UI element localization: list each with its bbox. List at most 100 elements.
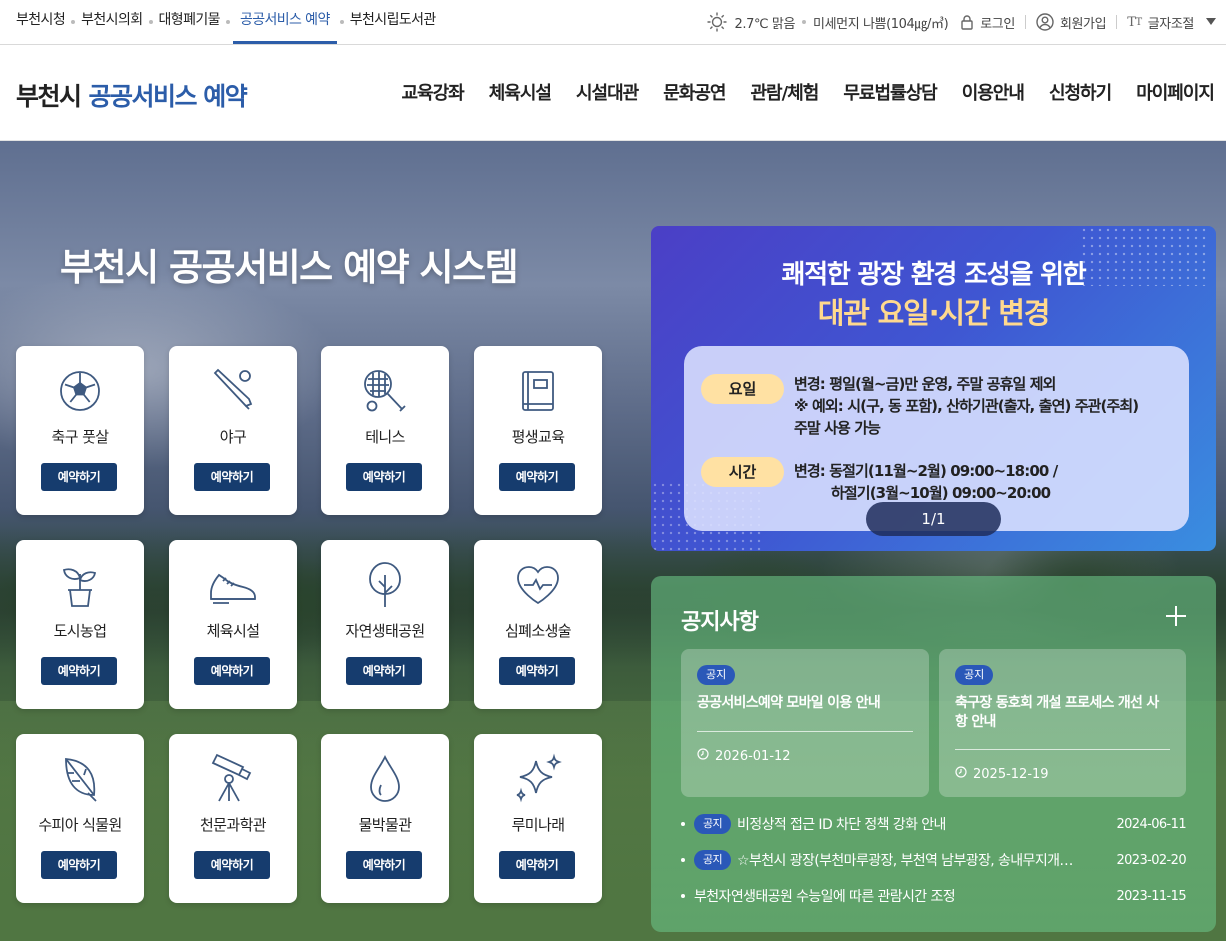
reserve-button[interactable]: 예약하기 <box>41 657 117 685</box>
logo-service: 공공서비스 예약 <box>88 82 248 111</box>
caret-down-icon <box>1206 18 1216 26</box>
font-size-control[interactable]: TT 글자조절 <box>1127 13 1216 32</box>
service-name: 수피아 식물원 <box>38 816 122 834</box>
bullet <box>681 894 685 898</box>
notice-item-date: 2024-06-11 <box>1116 816 1186 832</box>
heart-pulse-icon <box>474 560 602 610</box>
site-link-bucheon-city[interactable]: 부천시청 <box>16 0 66 44</box>
bullet <box>681 822 685 826</box>
related-sites: 부천시청 부천시의회 대형폐기물 공공서비스 예약 부천시립도서관 <box>16 0 436 44</box>
reserve-button[interactable]: 예약하기 <box>499 851 575 879</box>
service-card-sports-facility[interactable]: 체육시설 예약하기 <box>169 540 297 709</box>
service-card-astronomy[interactable]: 천문과학관 예약하기 <box>169 734 297 903</box>
site-logo[interactable]: 부천시 공공서비스 예약 <box>16 77 248 113</box>
site-link-public-reservation[interactable]: 공공서비스 예약 <box>232 0 337 44</box>
tennis-racket-icon <box>321 366 449 416</box>
plant-pot-icon <box>16 560 144 610</box>
sneaker-icon <box>169 560 297 610</box>
day-tag: 요일 <box>701 374 784 404</box>
service-card-supia-garden[interactable]: 수피아 식물원 예약하기 <box>16 734 144 903</box>
service-card-luminarae[interactable]: 루미나래 예약하기 <box>474 734 602 903</box>
day-change-text: 변경: 평일(월~금)만 운영, 주말 공휴일 제외 <box>794 375 1056 393</box>
nav-mypage[interactable]: 마이페이지 <box>1136 79 1215 105</box>
site-link-library[interactable]: 부천시립도서관 <box>350 0 437 44</box>
reserve-button[interactable]: 예약하기 <box>194 851 270 879</box>
notice-list-item[interactable]: 공지 비정상적 접근 ID 차단 정책 강화 안내 2024-06-11 <box>681 812 1187 836</box>
book-icon <box>474 366 602 416</box>
notice-card[interactable]: 공지 축구장 동호회 개설 프로세스 개선 사항 안내 2025-12-19 <box>939 649 1186 797</box>
nav-culture-performance[interactable]: 문화공연 <box>663 79 726 105</box>
service-card-baseball[interactable]: 야구 예약하기 <box>169 346 297 515</box>
main-header: 부천시 공공서비스 예약 교육강좌 체육시설 시설대관 문화공연 관람/체험 무료… <box>0 45 1226 141</box>
service-card-tennis[interactable]: 테니스 예약하기 <box>321 346 449 515</box>
user-icon <box>1036 13 1054 31</box>
divider <box>1116 15 1118 29</box>
service-name: 축구 풋살 <box>51 428 110 446</box>
notice-card[interactable]: 공지 공공서비스예약 모바일 이용 안내 2026-01-12 <box>681 649 929 797</box>
signup-label: 회원가입 <box>1059 16 1107 32</box>
service-name: 체육시설 <box>206 622 260 640</box>
bullet <box>681 858 685 862</box>
service-name: 평생교육 <box>511 428 565 446</box>
banner-title: 쾌적한 광장 환경 조성을 위한 <box>781 260 1086 290</box>
reserve-button[interactable]: 예약하기 <box>41 851 117 879</box>
nav-apply[interactable]: 신청하기 <box>1049 79 1112 105</box>
nav-usage-guide[interactable]: 이용안내 <box>962 79 1025 105</box>
date-text: 2025-12-19 <box>973 766 1049 782</box>
login-link[interactable]: 로그인 <box>960 13 1015 32</box>
service-card-urban-farming[interactable]: 도시농업 예약하기 <box>16 540 144 709</box>
service-name: 루미나래 <box>511 816 565 834</box>
site-link-bulky-waste[interactable]: 대형폐기물 <box>159 0 221 44</box>
notice-badge: 공지 <box>955 665 994 685</box>
text-size-icon: TT <box>1127 14 1142 30</box>
sun-icon <box>706 11 728 33</box>
site-link-city-council[interactable]: 부천시의회 <box>81 0 143 44</box>
signup-link[interactable]: 회원가입 <box>1036 13 1107 32</box>
notice-list-item[interactable]: 공지 ☆부천시 광장(부천마루광장, 부천역 남부광장, 송내무지개… 2023… <box>681 848 1187 872</box>
sparkle-icon <box>474 753 602 804</box>
reserve-button[interactable]: 예약하기 <box>499 463 575 491</box>
notice-title: 공지사항 <box>681 610 759 635</box>
reserve-button[interactable]: 예약하기 <box>346 657 422 685</box>
plus-icon[interactable] <box>1166 606 1186 626</box>
nav-legal-counsel[interactable]: 무료법률상담 <box>843 79 937 105</box>
nav-sports-facilities[interactable]: 체육시설 <box>489 79 552 105</box>
service-card-water-museum[interactable]: 물박물관 예약하기 <box>321 734 449 903</box>
nav-viewing-experience[interactable]: 관람/체험 <box>751 79 820 105</box>
weather-text: 2.7℃ 맑음 <box>734 16 796 32</box>
soccer-ball-icon <box>16 366 144 416</box>
notice-list-item[interactable]: 부천자연생태공원 수능일에 따른 관람시간 조정 2023-11-15 <box>681 884 1187 908</box>
nav-education[interactable]: 교육강좌 <box>402 79 465 105</box>
hero-title: 부천시 공공서비스 예약 시스템 <box>60 246 519 289</box>
separator-dot <box>225 20 230 24</box>
banner-pager[interactable]: 1/1 <box>866 502 1001 536</box>
notice-banner[interactable]: 쾌적한 광장 환경 조성을 위한 대관 요일·시간 변경 요일 변경: 평일(월… <box>651 226 1216 551</box>
divider <box>955 749 1170 750</box>
reserve-button[interactable]: 예약하기 <box>499 657 575 685</box>
service-name: 물박물관 <box>358 816 412 834</box>
service-card-soccer[interactable]: 축구 풋살 예약하기 <box>16 346 144 515</box>
reserve-button[interactable]: 예약하기 <box>194 657 270 685</box>
notice-card-date: 2026-01-12 <box>697 748 791 764</box>
service-card-cpr[interactable]: 심폐소생술 예약하기 <box>474 540 602 709</box>
notice-badge: 공지 <box>697 665 736 685</box>
notice-card-title: 축구장 동호회 개설 프로세스 개선 사항 안내 <box>955 695 1159 730</box>
service-card-lifelong-education[interactable]: 평생교육 예약하기 <box>474 346 602 515</box>
notice-item-date: 2023-02-20 <box>1116 852 1186 868</box>
reserve-button[interactable]: 예약하기 <box>194 463 270 491</box>
lock-icon <box>960 14 974 30</box>
divider <box>1024 15 1026 29</box>
time-change-text: 변경: 동절기(11월~2월) 09:00~18:00 / <box>794 462 1058 480</box>
nav-facility-rental[interactable]: 시설대관 <box>576 79 639 105</box>
notice-item-title: 비정상적 접근 ID 차단 정책 강화 안내 <box>737 817 946 833</box>
login-label: 로그인 <box>980 16 1015 32</box>
reserve-button[interactable]: 예약하기 <box>41 463 117 491</box>
separator-dot <box>339 20 344 24</box>
baseball-bat-icon <box>169 366 297 416</box>
reserve-button[interactable]: 예약하기 <box>346 851 422 879</box>
reserve-button[interactable]: 예약하기 <box>346 463 422 491</box>
service-card-ecology-park[interactable]: 자연생태공원 예약하기 <box>321 540 449 709</box>
leaf-icon <box>16 754 144 804</box>
service-name: 테니스 <box>365 428 405 446</box>
day-exception-text-2: 주말 사용 가능 <box>794 419 881 437</box>
